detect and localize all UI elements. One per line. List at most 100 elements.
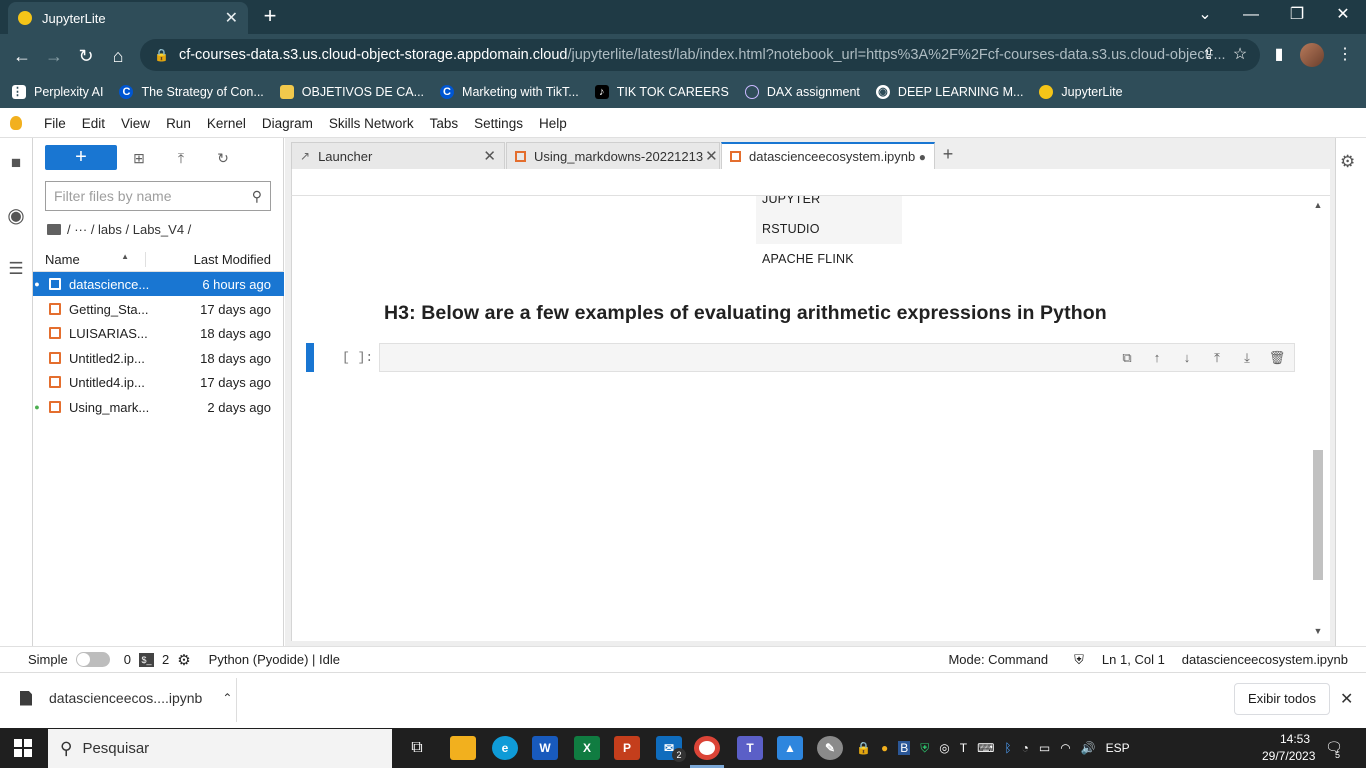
file-filter-input[interactable]: Filter files by name ⚲: [45, 181, 271, 211]
close-downloads-icon[interactable]: ✕: [1340, 689, 1353, 709]
menu-file[interactable]: File: [36, 116, 74, 131]
close-window-button[interactable]: ✕: [1320, 0, 1366, 32]
network-icon[interactable]: ◔: [1022, 741, 1029, 755]
unsaved-dot-icon[interactable]: ●: [919, 150, 926, 164]
upload-icon[interactable]: ⤒: [170, 148, 192, 168]
tab-datascienceecosystem[interactable]: datascienceecosystem.ipynb ●: [721, 142, 935, 169]
column-name-header[interactable]: Name ▲: [33, 251, 146, 267]
profile-avatar[interactable]: [1300, 43, 1324, 67]
running-kernels-icon[interactable]: ◉: [5, 205, 27, 227]
kernel-status[interactable]: Python (Pyodide) | Idle: [209, 652, 340, 667]
tab-using-markdowns[interactable]: Using_markdowns-20221213 ✕: [506, 142, 720, 169]
teams-tray-icon[interactable]: T: [960, 741, 967, 755]
menu-edit[interactable]: Edit: [74, 116, 113, 131]
copy-icon[interactable]: ❐: [388, 174, 408, 192]
lock-icon[interactable]: 🔒: [856, 741, 871, 755]
insert-cell-icon[interactable]: +: [328, 174, 348, 192]
keyboard-icon[interactable]: ⌨: [977, 741, 994, 755]
file-row[interactable]: ● Using_mark... 2 days ago: [33, 395, 284, 419]
bookmark-strategy[interactable]: C The Strategy of Con...: [119, 85, 264, 99]
column-modified-header[interactable]: Last Modified: [146, 252, 284, 267]
file-row[interactable]: Untitled4.ip... 17 days ago: [33, 370, 284, 394]
menu-diagram[interactable]: Diagram: [254, 116, 321, 131]
menu-view[interactable]: View: [113, 116, 158, 131]
new-tab-button[interactable]: +: [258, 4, 282, 30]
word-icon[interactable]: W: [532, 736, 558, 760]
file-row[interactable]: Untitled2.ip... 18 days ago: [33, 346, 284, 370]
bookmark-tiktok[interactable]: ♪ TIK TOK CAREERS: [594, 85, 729, 99]
share-icon[interactable]: ⇪: [1196, 42, 1222, 68]
active-cell-indicator[interactable]: [306, 343, 314, 372]
terminal-icon[interactable]: $_: [138, 652, 154, 667]
folder-icon[interactable]: ■: [5, 152, 27, 174]
close-tab-icon[interactable]: ✕: [483, 147, 496, 165]
browser-tab-jupyterlite[interactable]: JupyterLite ✕: [8, 2, 248, 34]
insert-above-icon[interactable]: ⤒: [1208, 350, 1226, 366]
run-all-icon[interactable]: ⏩: [538, 174, 558, 192]
download-item[interactable]: datascienceecos....ipynb ⌃: [20, 690, 232, 706]
powerpoint-icon[interactable]: P: [614, 736, 640, 760]
table-of-contents-icon[interactable]: ☰: [5, 258, 27, 280]
b-app-icon[interactable]: B: [898, 741, 911, 755]
paint-icon[interactable]: ✎: [817, 736, 843, 760]
chevron-up-icon[interactable]: ⌃: [222, 691, 232, 705]
refresh-icon[interactable]: ↻: [212, 148, 234, 168]
cursor-position[interactable]: Ln 1, Col 1: [1102, 652, 1165, 667]
task-view-icon[interactable]: ⧉: [404, 736, 430, 760]
photos-icon[interactable]: ▲: [777, 736, 803, 760]
delete-cell-icon[interactable]: 🗑: [1268, 350, 1286, 366]
scrollbar-thumb[interactable]: [1313, 450, 1323, 580]
menu-kernel[interactable]: Kernel: [199, 116, 254, 131]
windows-start-icon[interactable]: [14, 739, 32, 757]
excel-icon[interactable]: X: [574, 736, 600, 760]
home-icon[interactable]: ⌂: [104, 42, 132, 70]
bookmark-perplexity[interactable]: ⋮⋮ Perplexity AI: [12, 85, 103, 99]
duplicate-cell-icon[interactable]: ⧉: [1118, 350, 1136, 366]
insert-below-icon[interactable]: ⤓: [1238, 350, 1256, 366]
simple-mode-toggle[interactable]: [75, 652, 110, 667]
close-tab-icon[interactable]: ✕: [705, 147, 718, 165]
file-explorer-icon[interactable]: [450, 736, 476, 760]
cell-type-select[interactable]: Code ▾: [574, 172, 652, 192]
kernel-settings-icon[interactable]: ⚙: [177, 651, 190, 669]
tab-search-icon[interactable]: ⌄: [1182, 0, 1228, 32]
reload-icon[interactable]: ↻: [72, 42, 100, 70]
add-tab-button[interactable]: +: [936, 144, 960, 166]
run-icon[interactable]: ▶: [448, 174, 468, 192]
app-tray-icon[interactable]: ●: [881, 741, 888, 755]
back-icon[interactable]: ←: [8, 42, 36, 70]
scroll-down-icon[interactable]: ▼: [1313, 626, 1323, 636]
taskbar-clock[interactable]: 14:53 29/7/2023: [1262, 731, 1315, 765]
forward-icon[interactable]: →: [40, 42, 68, 70]
bookmark-marketing[interactable]: C Marketing with TikT...: [440, 85, 579, 99]
close-tab-icon[interactable]: ✕: [225, 8, 238, 28]
camera-icon[interactable]: ◎: [939, 741, 949, 755]
chrome-icon[interactable]: [694, 736, 720, 760]
bluetooth-icon[interactable]: ᛒ: [1004, 741, 1011, 755]
kernel-indicator[interactable]: Python (Pyodide): [1190, 174, 1316, 189]
tab-launcher[interactable]: ↗ Launcher ✕: [291, 142, 505, 169]
paste-icon[interactable]: 📋: [418, 174, 438, 192]
minimize-button[interactable]: —: [1228, 0, 1274, 32]
scroll-up-icon[interactable]: ▲: [1313, 200, 1323, 210]
cut-icon[interactable]: ✂: [358, 174, 378, 192]
move-up-icon[interactable]: ↑: [1148, 350, 1166, 366]
file-row[interactable]: Getting_Sta... 17 days ago: [33, 297, 284, 321]
shield-icon[interactable]: ⛨: [920, 741, 929, 756]
bookmark-jupyterlite[interactable]: JupyterLite: [1039, 85, 1123, 99]
bookmark-deep-learning[interactable]: ◉ DEEP LEARNING M...: [875, 85, 1023, 99]
file-row[interactable]: ● datascience... 6 hours ago: [33, 272, 284, 296]
browser-menu-icon[interactable]: ⋮: [1332, 42, 1358, 68]
menu-help[interactable]: Help: [531, 116, 575, 131]
language-indicator[interactable]: ESP: [1106, 741, 1130, 755]
stop-icon[interactable]: ■: [478, 174, 498, 192]
file-row[interactable]: LUISARIAS... 18 days ago: [33, 321, 284, 345]
save-icon[interactable]: ▣: [298, 174, 318, 192]
menu-tabs[interactable]: Tabs: [422, 116, 467, 131]
menu-run[interactable]: Run: [158, 116, 199, 131]
taskbar-search-input[interactable]: ⚲ Pesquisar: [48, 729, 392, 768]
menu-skills-network[interactable]: Skills Network: [321, 116, 422, 131]
volume-icon[interactable]: 🔊: [1081, 741, 1096, 755]
property-inspector-gear-icon[interactable]: ⚙: [1340, 152, 1355, 172]
bookmark-dax[interactable]: DAX assignment: [744, 85, 860, 99]
